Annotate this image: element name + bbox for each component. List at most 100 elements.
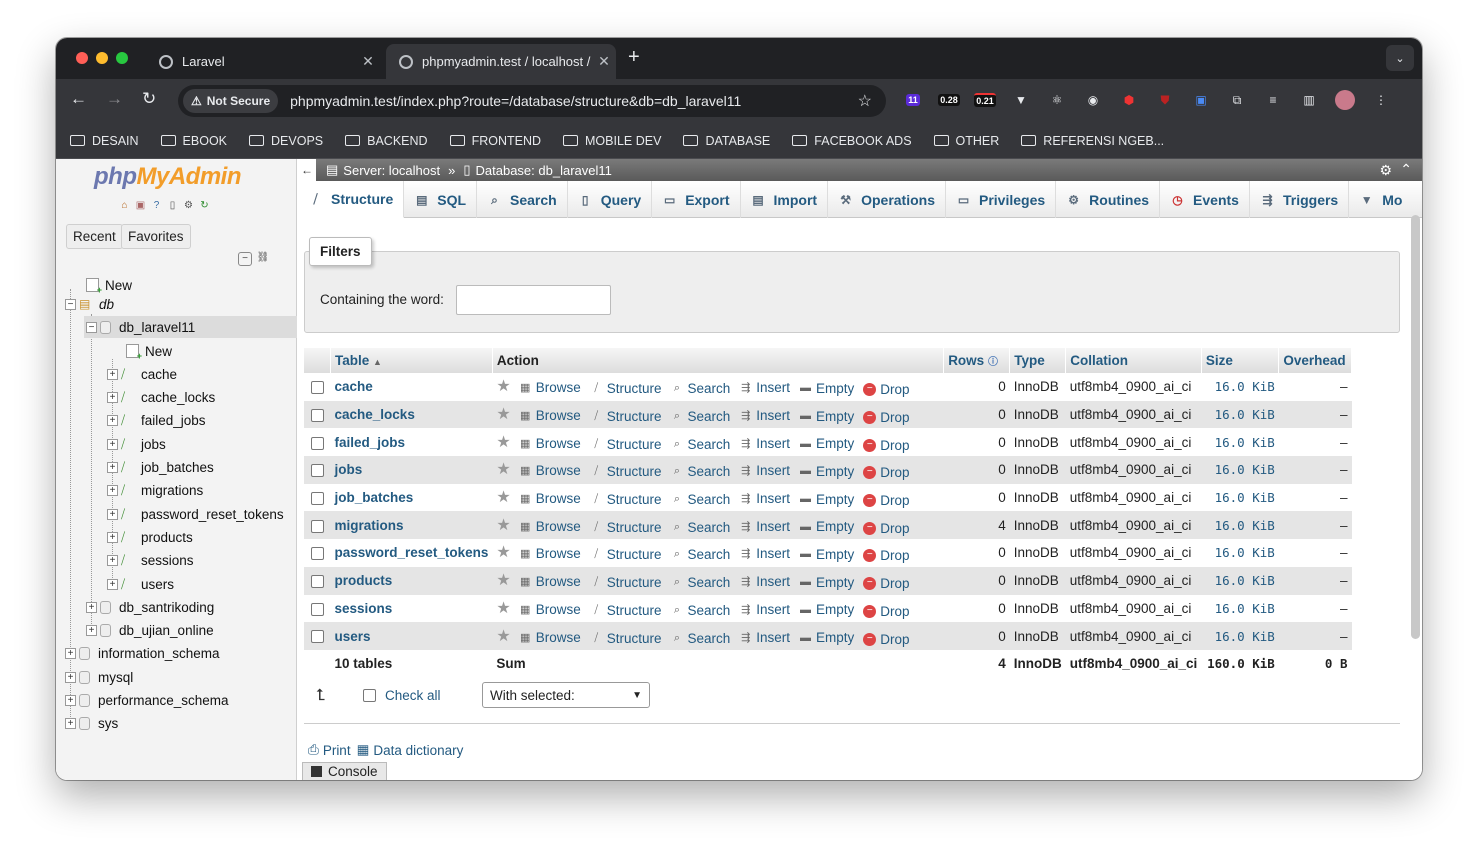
tab-search[interactable]: ⌕ Search (477, 181, 568, 218)
structure-link[interactable]: ⧸ Structure (590, 492, 661, 507)
browse-link[interactable]: ▦ Browse (519, 463, 581, 478)
scroll-top-icon[interactable]: ⌃ (1400, 161, 1412, 178)
drop-link[interactable]: − Drop (863, 410, 910, 425)
recent-button[interactable]: Recent (66, 224, 123, 249)
tree-table-item[interactable]: + ⧸ failed_jobs (107, 409, 206, 431)
empty-link[interactable]: ▬ Empty (799, 464, 854, 479)
bookmark-folder[interactable]: DEVOPS (249, 134, 323, 148)
search-link[interactable]: ⌕ Search (670, 631, 730, 646)
tab-operations[interactable]: ⚒ Operations (828, 181, 946, 218)
table-name-link[interactable]: password_reset_tokens (335, 545, 489, 560)
column-header-table[interactable]: Table ▲ (330, 348, 493, 373)
insert-link[interactable]: ⇶ Insert (739, 380, 790, 395)
row-checkbox[interactable] (310, 602, 324, 616)
favorite-star-icon[interactable]: ★ (496, 461, 510, 478)
insert-link[interactable]: ⇶ Insert (739, 574, 790, 589)
browse-link[interactable]: ▦ Browse (519, 519, 581, 534)
tree-table-item[interactable]: + ⧸ products (107, 526, 193, 548)
tree-table-item[interactable]: + ⧸ cache_locks (107, 386, 215, 408)
collapse-sidebar-arrow-icon[interactable]: ← (298, 159, 316, 181)
ublock-icon[interactable]: ⛊ (1154, 89, 1176, 111)
tab-more[interactable]: ▼ Mo (1349, 181, 1412, 218)
settings-gear-icon[interactable]: ⚙ (182, 199, 195, 212)
expand-icon[interactable]: + (65, 717, 76, 729)
expand-icon[interactable]: + (107, 508, 118, 520)
print-link[interactable]: ⎙ Print (308, 742, 351, 758)
close-tab-icon[interactable]: ✕ (356, 53, 380, 70)
insert-link[interactable]: ⇶ Insert (739, 602, 790, 617)
tab-query[interactable]: ▯ Query (568, 181, 653, 218)
drop-link[interactable]: − Drop (863, 604, 910, 619)
vue-devtools-icon[interactable]: ▼ (1010, 89, 1032, 111)
size-cell[interactable]: 16.0 KiB (1201, 594, 1279, 623)
tab-routines[interactable]: ⚙ Routines (1056, 181, 1161, 218)
bookmark-folder[interactable]: FRONTEND (449, 134, 541, 148)
structure-link[interactable]: ⧸ Structure (590, 520, 661, 535)
table-name-link[interactable]: cache_locks (335, 407, 415, 422)
tree-table-item[interactable]: + ⧸ jobs (107, 433, 166, 455)
tree-db-item[interactable]: + performance_schema (65, 689, 229, 711)
empty-link[interactable]: ▬ Empty (799, 409, 854, 424)
search-link[interactable]: ⌕ Search (670, 603, 730, 618)
bookmark-folder[interactable]: FACEBOOK ADS (792, 134, 912, 148)
refresh-icon[interactable]: ↻ (198, 199, 211, 212)
browse-link[interactable]: ▦ Browse (519, 491, 581, 506)
drop-link[interactable]: − Drop (863, 548, 910, 563)
settings-gear-icon[interactable]: ⚙ (1379, 162, 1392, 179)
table-name-link[interactable]: migrations (335, 518, 404, 533)
help-icon[interactable]: ? (150, 199, 163, 212)
browse-link[interactable]: ▦ Browse (519, 436, 581, 451)
tree-table-item[interactable]: + ⧸ migrations (107, 479, 203, 501)
expand-icon[interactable]: + (107, 438, 118, 450)
structure-link[interactable]: ⧸ Structure (590, 603, 661, 618)
tree-table-item[interactable]: + ⧸ job_batches (107, 456, 214, 478)
collapse-all-icon[interactable]: − (238, 252, 252, 266)
docs-icon[interactable]: ▯ (166, 199, 179, 212)
bookmark-folder[interactable]: BACKEND (345, 134, 428, 148)
browse-link[interactable]: ▦ Browse (519, 574, 581, 589)
tab-triggers[interactable]: ⇶ Triggers (1250, 181, 1350, 218)
tab-import[interactable]: ▤ Import (741, 181, 829, 218)
extension-lcp-icon[interactable]: 0.28 (938, 89, 960, 111)
search-link[interactable]: ⌕ Search (670, 547, 730, 562)
table-name-link[interactable]: job_batches (335, 490, 414, 505)
expand-icon[interactable]: + (107, 531, 118, 543)
expand-icon[interactable]: + (86, 601, 97, 613)
size-cell[interactable]: 16.0 KiB (1201, 428, 1279, 457)
search-link[interactable]: ⌕ Search (670, 381, 730, 396)
table-name-link[interactable]: products (335, 573, 393, 588)
collapse-icon[interactable]: − (86, 321, 97, 333)
search-link[interactable]: ⌕ Search (670, 464, 730, 479)
expand-icon[interactable]: + (107, 554, 118, 566)
phpmyadmin-logo[interactable]: phpMyAdmin (94, 163, 241, 191)
filter-word-input[interactable] (456, 285, 611, 315)
search-link[interactable]: ⌕ Search (670, 575, 730, 590)
tree-db-item[interactable]: + sys (65, 712, 118, 734)
reading-list-icon[interactable]: ≡ (1262, 89, 1284, 111)
expand-icon[interactable]: + (65, 647, 76, 659)
empty-link[interactable]: ▬ Empty (799, 519, 854, 534)
security-chip[interactable]: ⚠ Not Secure (183, 89, 279, 113)
drop-link[interactable]: − Drop (863, 521, 910, 536)
bookmark-folder[interactable]: OTHER (933, 134, 999, 148)
search-link[interactable]: ⌕ Search (670, 409, 730, 424)
insert-link[interactable]: ⇶ Insert (739, 519, 790, 534)
tree-db-item[interactable]: + mysql (65, 666, 133, 688)
drop-link[interactable]: − Drop (863, 438, 910, 453)
structure-link[interactable]: ⧸ Structure (590, 464, 661, 479)
column-header-size[interactable]: Size (1201, 348, 1280, 373)
browse-link[interactable]: ▦ Browse (519, 546, 581, 561)
table-name-link[interactable]: sessions (335, 601, 393, 616)
react-devtools-icon[interactable]: ⚛ (1046, 89, 1068, 111)
tree-table-item[interactable]: + ⧸ password_reset_tokens (107, 503, 284, 525)
kebab-menu-icon[interactable]: ⋮ (1370, 89, 1392, 111)
browser-tab-laravel[interactable]: Laravel ✕ (146, 44, 380, 79)
favorite-star-icon[interactable]: ★ (496, 628, 510, 645)
address-bar[interactable]: ⚠ Not Secure phpmyadmin.test/index.php?r… (178, 85, 886, 117)
column-header-type[interactable]: Type (1009, 348, 1067, 373)
size-cell[interactable]: 16.0 KiB (1201, 566, 1279, 595)
expand-icon[interactable]: + (107, 391, 118, 403)
drop-link[interactable]: − Drop (863, 632, 910, 647)
row-checkbox[interactable] (310, 519, 324, 533)
expand-icon[interactable]: + (107, 414, 118, 426)
